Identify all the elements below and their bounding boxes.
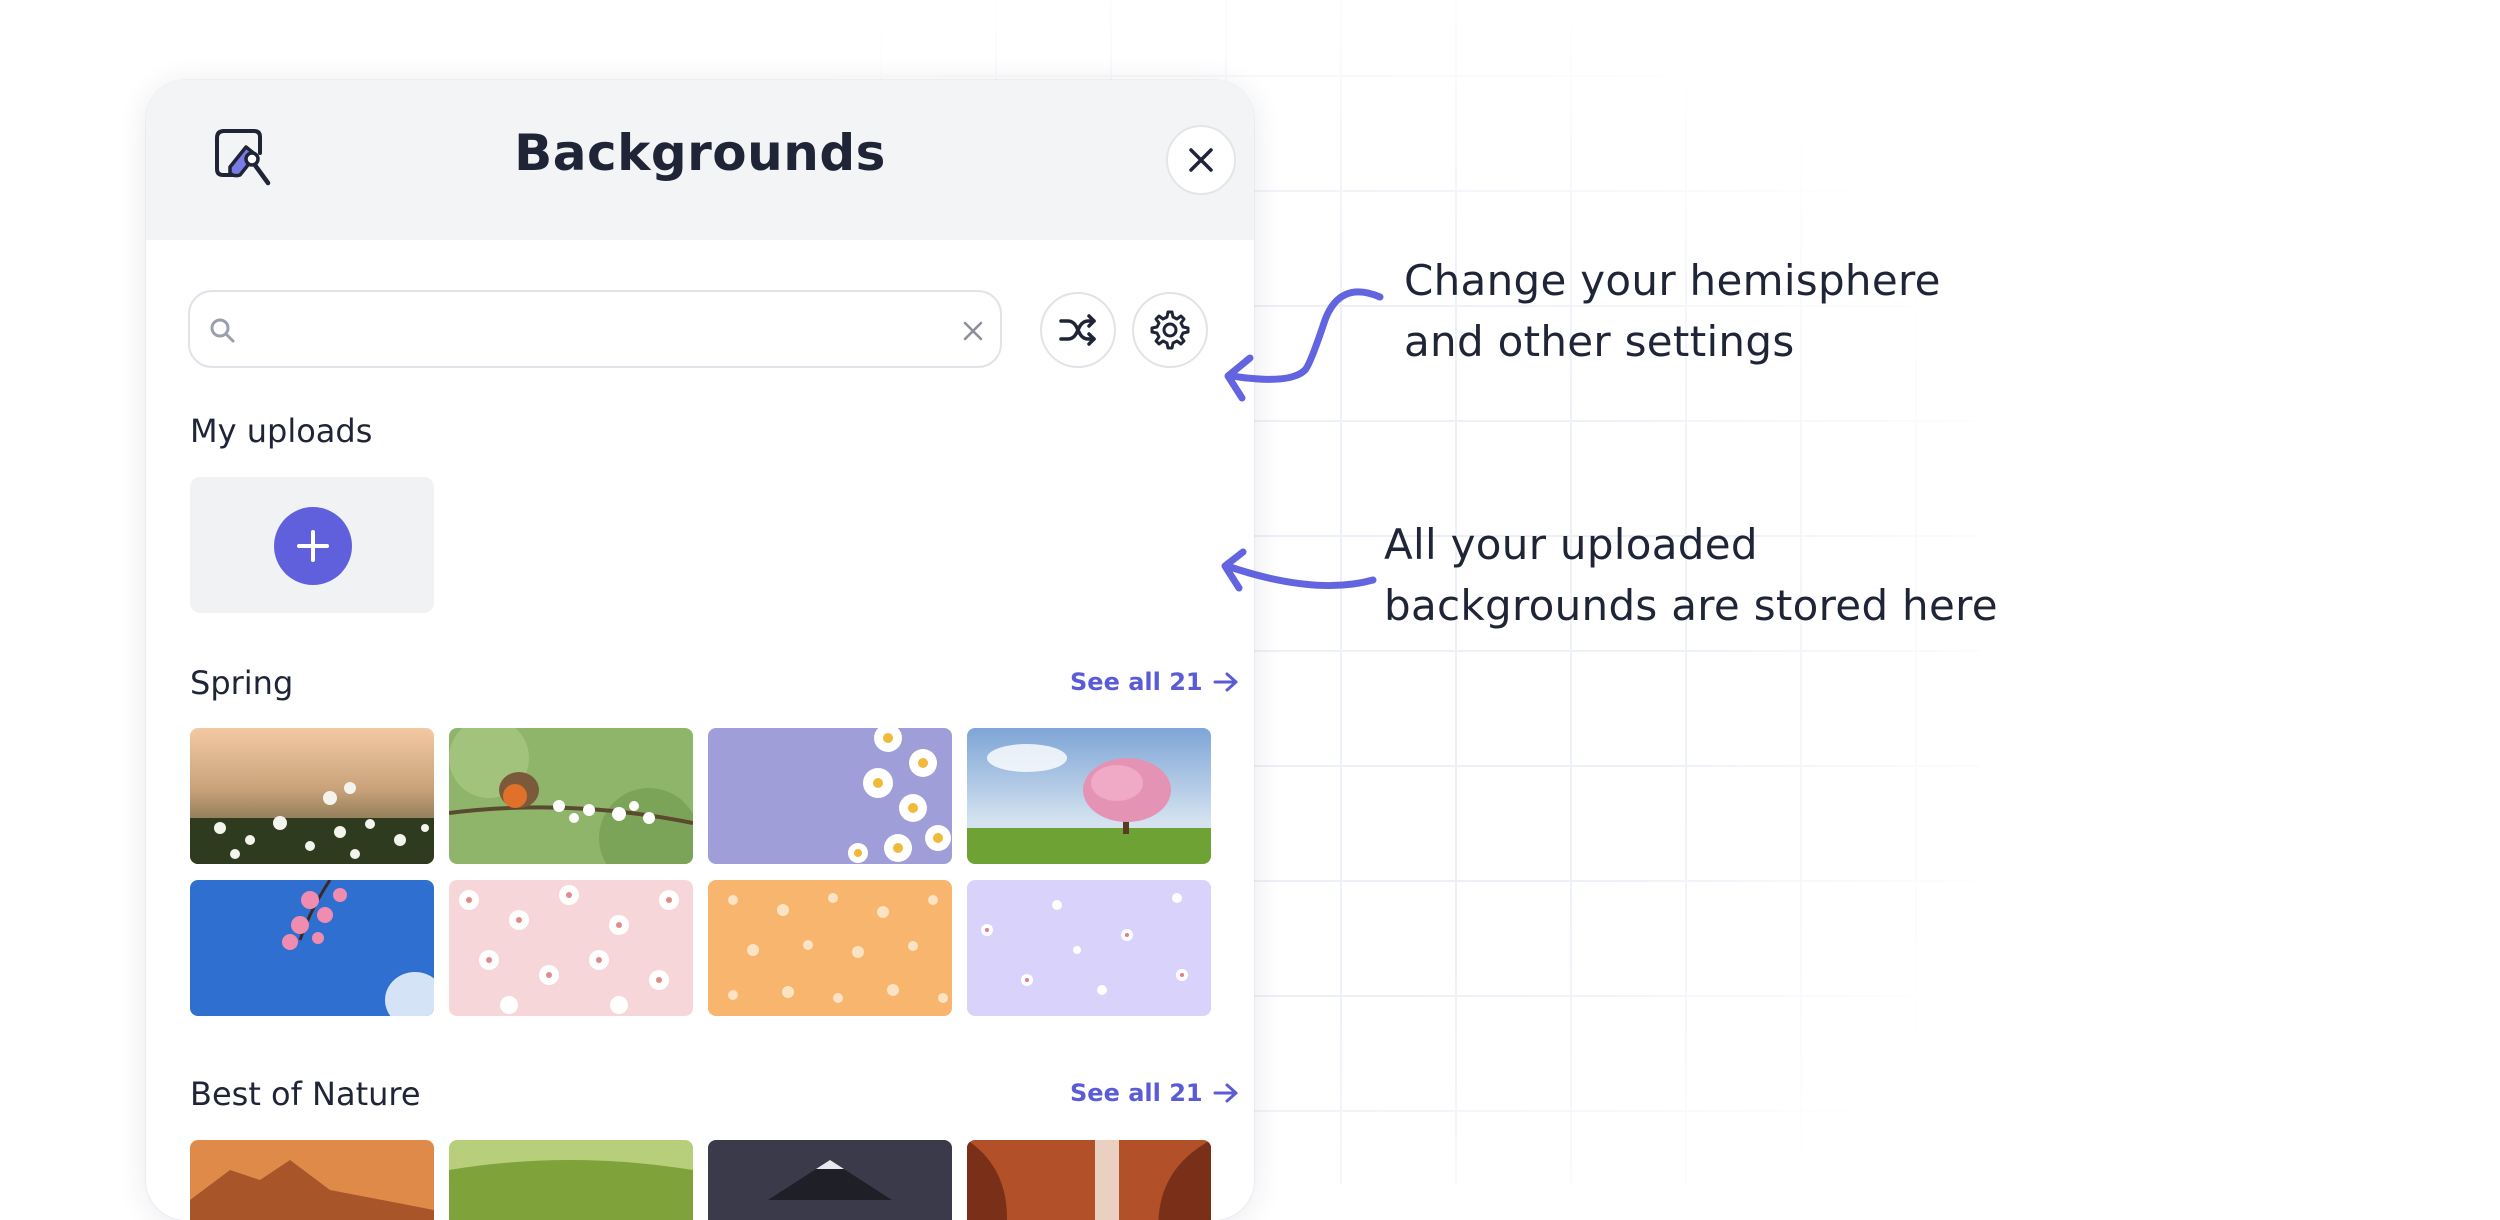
gear-icon (1150, 310, 1190, 350)
settings-button[interactable] (1132, 292, 1208, 368)
clear-icon[interactable] (960, 318, 986, 344)
thumbnail-lavender-flower-pattern[interactable] (967, 880, 1211, 1016)
thumbnail-pink-blossom-tree[interactable] (967, 728, 1211, 864)
thumbnail-canyon-waterfall[interactable] (967, 1140, 1211, 1220)
thumbnail-daisies-on-purple[interactable] (708, 728, 952, 864)
plus-icon (297, 530, 329, 562)
thumbnail-pink-daisy-pattern[interactable] (449, 880, 693, 1016)
settings-annotation: Change your hemisphere and other setting… (1404, 250, 1941, 372)
thumbnail-cherry-blossom-sky[interactable] (190, 880, 434, 1016)
search-box (188, 290, 1002, 368)
arrow-right-icon (1213, 672, 1238, 692)
search-input[interactable] (246, 302, 950, 358)
arrow-to-settings-icon (1224, 288, 1384, 402)
uploads-title: My uploads (190, 412, 373, 450)
section-title-spring: Spring (190, 664, 294, 702)
thumbnail-desert-mountain[interactable] (190, 1140, 434, 1220)
see-all-nature-link[interactable]: See all 21 (1070, 1079, 1239, 1107)
shuffle-button[interactable] (1040, 292, 1116, 368)
annotation-line: Change your hemisphere (1404, 256, 1941, 305)
section-title-best-of-nature: Best of Nature (190, 1075, 421, 1113)
arrow-to-uploads-icon (1221, 548, 1377, 592)
close-button[interactable] (1166, 125, 1236, 195)
thumbnail-volcano-sunset[interactable] (708, 1140, 952, 1220)
thumbnail-daisies-field[interactable] (190, 728, 434, 864)
add-upload-button[interactable] (274, 507, 352, 585)
uploads-annotation: All your uploaded backgrounds are stored… (1384, 514, 1998, 636)
panel-title: Backgrounds (514, 124, 886, 182)
thumbnail-robin-on-blossom-branch[interactable] (449, 728, 693, 864)
annotation-line: and other settings (1404, 317, 1795, 366)
thumbnail-green-hills[interactable] (449, 1140, 693, 1220)
see-all-label: See all 21 (1070, 1079, 1203, 1107)
search-icon (210, 318, 235, 343)
close-icon (1189, 148, 1213, 172)
upload-tile[interactable] (190, 477, 434, 613)
annotation-line: backgrounds are stored here (1384, 581, 1998, 630)
see-all-spring-link[interactable]: See all 21 (1070, 668, 1239, 696)
annotation-line: All your uploaded (1384, 520, 1758, 569)
shuffle-icon (1059, 314, 1096, 346)
arrow-right-icon (1213, 1083, 1238, 1103)
panel-header: Backgrounds (146, 80, 1254, 240)
see-all-label: See all 21 (1070, 668, 1203, 696)
backgrounds-panel: Backgrounds My uploads Spring See all 21… (146, 80, 1254, 1220)
thumbnail-orange-butterfly-pattern[interactable] (708, 880, 952, 1016)
